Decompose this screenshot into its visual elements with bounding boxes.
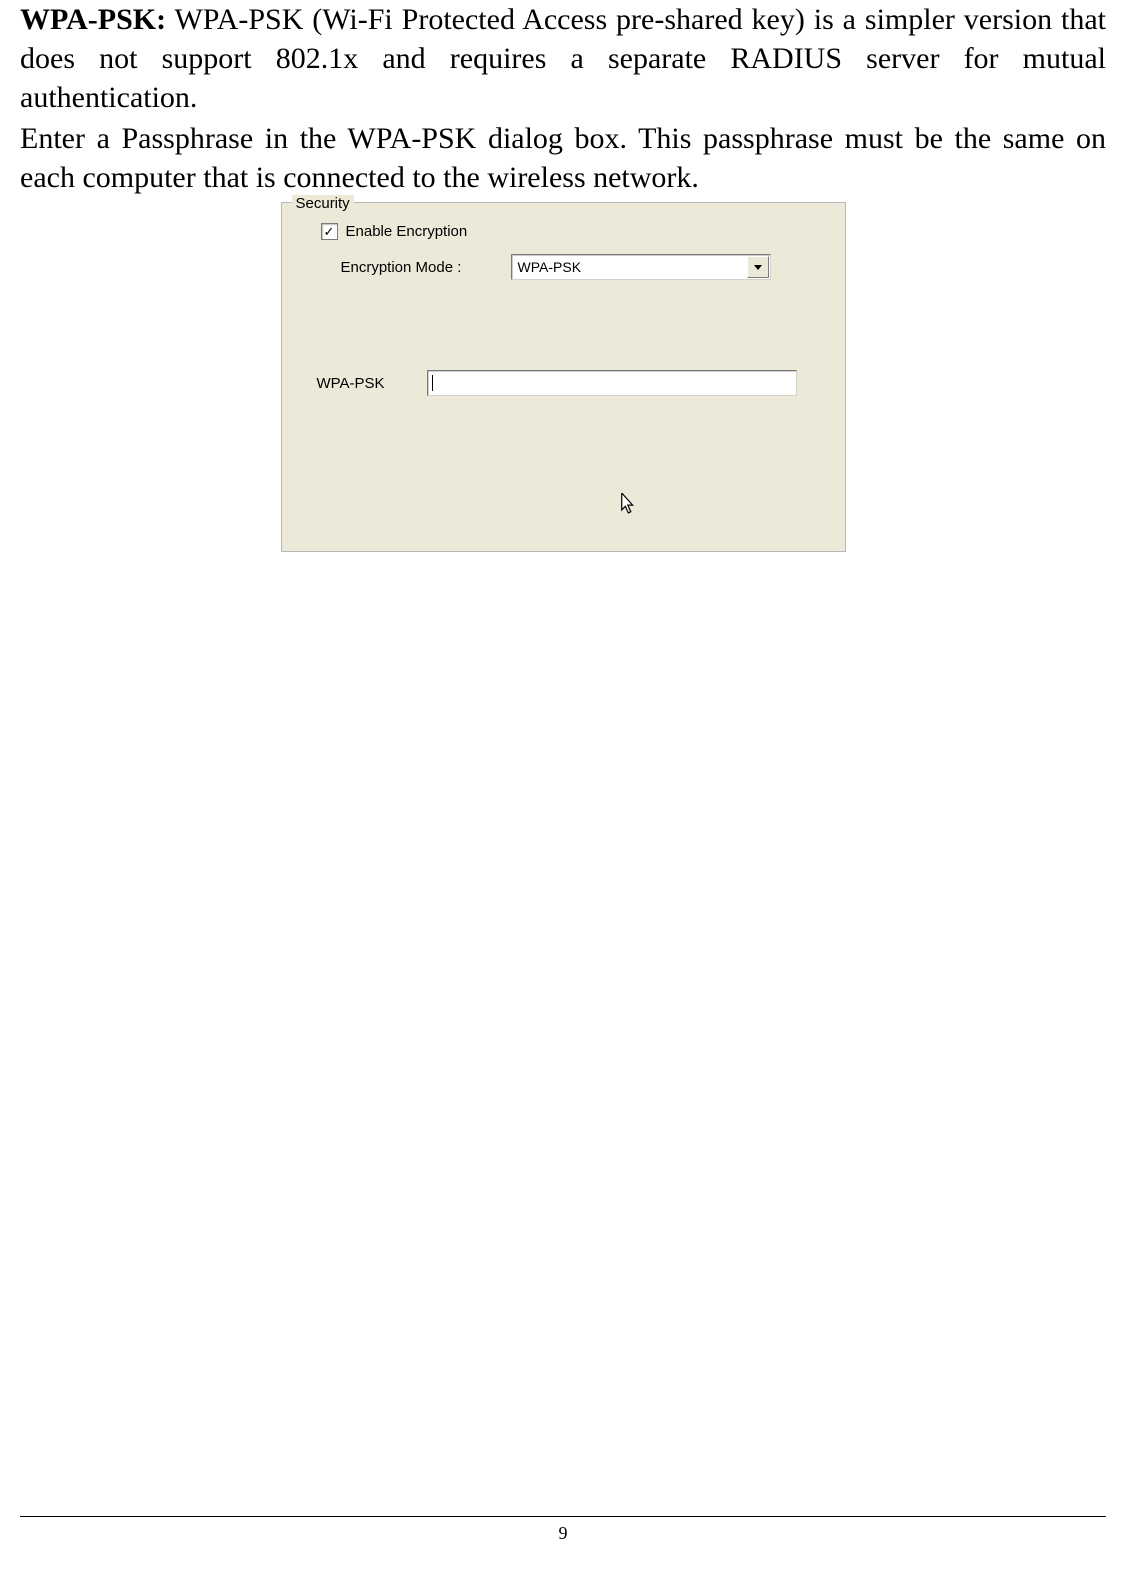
encryption-mode-row: Encryption Mode : WPA-PSK — [341, 254, 820, 280]
paragraph1-rest: WPA-PSK (Wi-Fi Protected Access pre-shar… — [20, 3, 1106, 114]
paragraph-passphrase-instruction: Enter a Passphrase in the WPA-PSK dialog… — [20, 119, 1106, 197]
groupbox-legend: Security — [292, 195, 354, 212]
enable-encryption-checkbox[interactable]: ✓ — [321, 223, 338, 240]
wpa-psk-row: WPA-PSK — [317, 370, 820, 396]
enable-encryption-row: ✓ Enable Encryption — [321, 223, 820, 240]
enable-encryption-label: Enable Encryption — [346, 223, 468, 240]
groupbox-inner: ✓ Enable Encryption Encryption Mode : WP… — [282, 203, 845, 416]
dropdown-button[interactable] — [747, 256, 769, 278]
footer-divider — [20, 1516, 1106, 1517]
wpa-psk-label: WPA-PSK — [317, 375, 427, 392]
chevron-down-icon — [754, 265, 762, 270]
encryption-mode-dropdown[interactable]: WPA-PSK — [511, 254, 771, 280]
page-number: 9 — [20, 1523, 1106, 1544]
paragraph-wpa-psk-definition: WPA-PSK: WPA-PSK (Wi-Fi Protected Access… — [20, 0, 1106, 117]
security-groupbox: Security ✓ Enable Encryption Encryption … — [281, 202, 846, 552]
page-footer: 9 — [20, 1516, 1106, 1544]
encryption-mode-label: Encryption Mode : — [341, 259, 511, 276]
text-cursor-icon — [432, 375, 433, 391]
mouse-cursor-icon — [620, 493, 638, 516]
bold-lead: WPA-PSK: — [20, 3, 166, 36]
check-icon: ✓ — [324, 225, 335, 238]
dialog-wrapper: Security ✓ Enable Encryption Encryption … — [20, 202, 1106, 552]
wpa-psk-input[interactable] — [427, 370, 797, 396]
encryption-mode-selected: WPA-PSK — [518, 259, 582, 275]
document-content: WPA-PSK: WPA-PSK (Wi-Fi Protected Access… — [20, 0, 1106, 552]
